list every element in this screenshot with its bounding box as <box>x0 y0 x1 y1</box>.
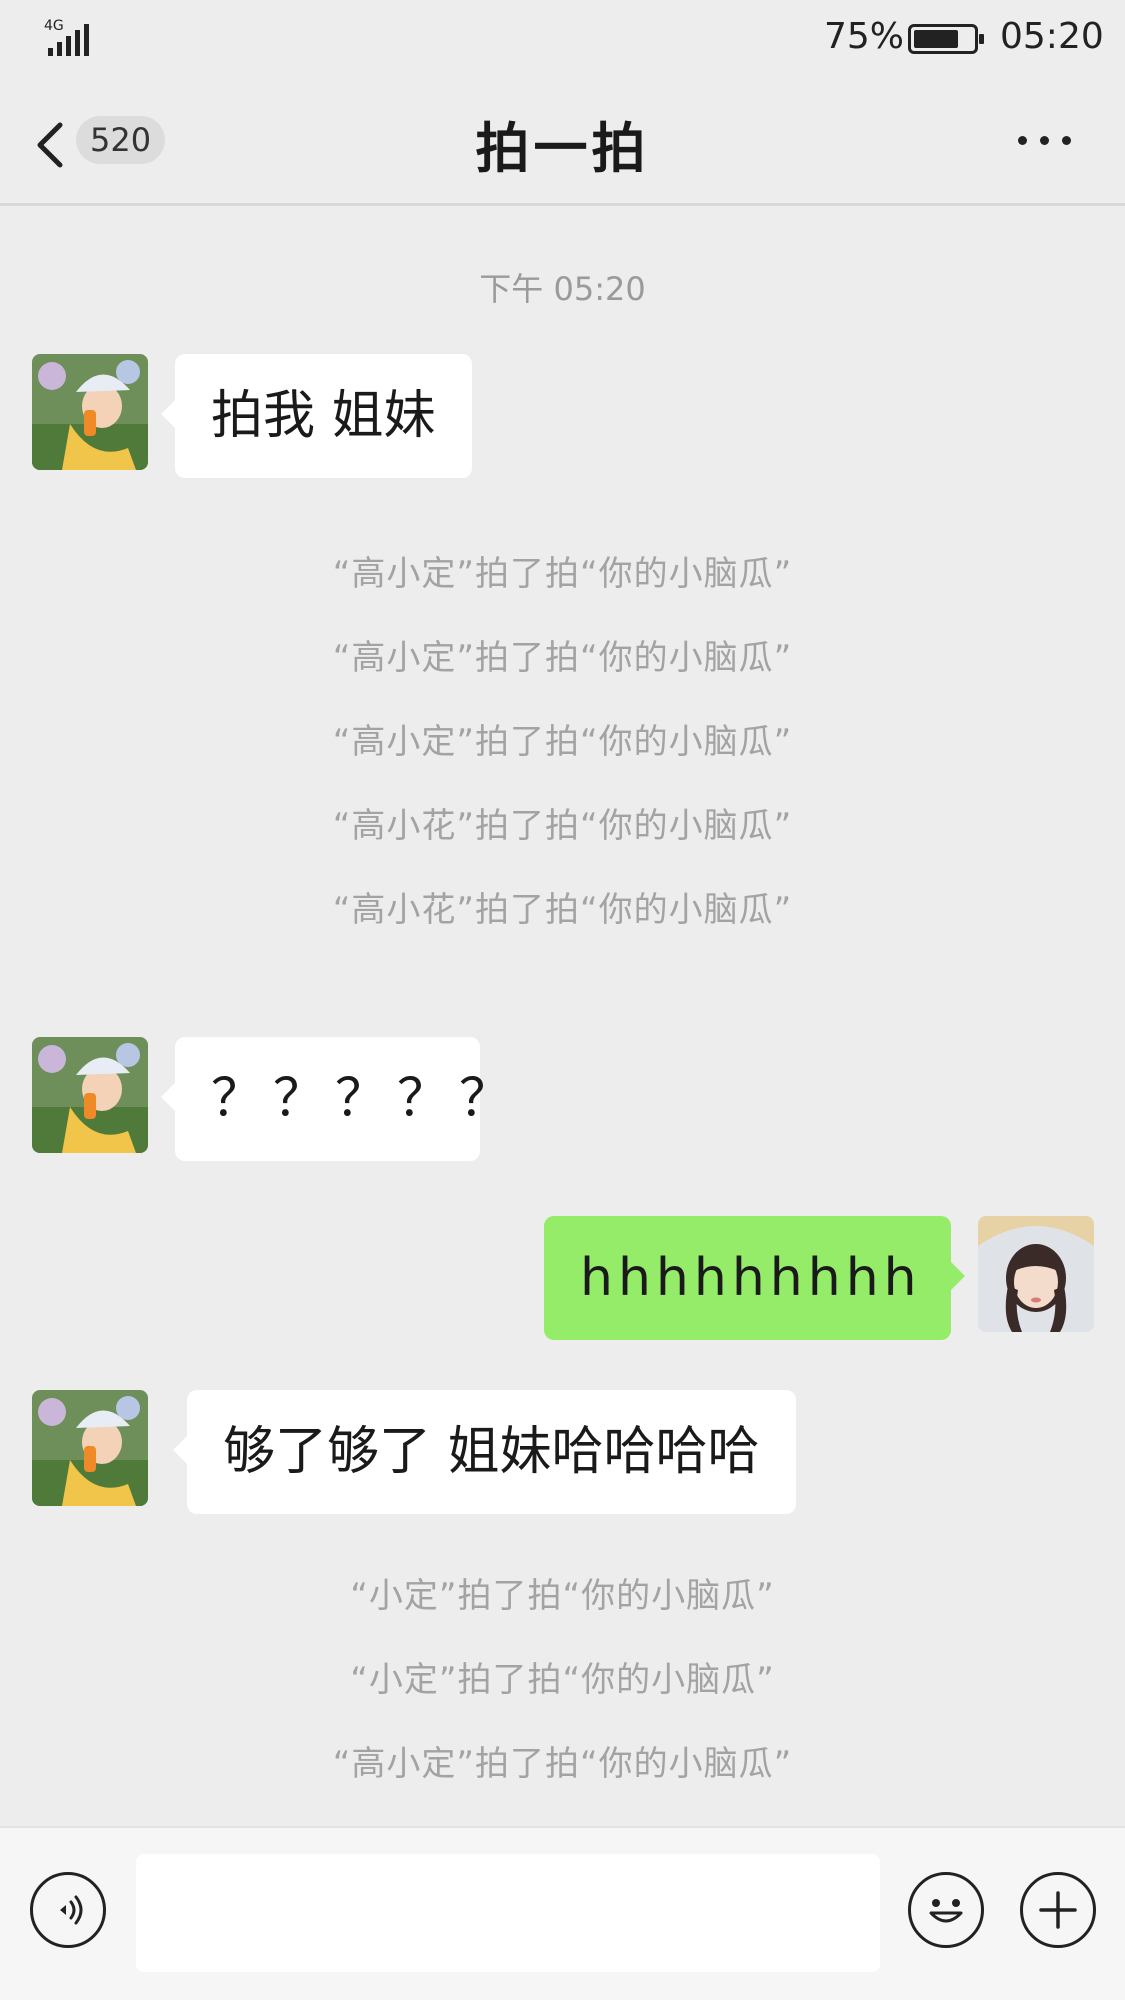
battery-percent: 75% <box>824 16 905 57</box>
emoji-button[interactable] <box>908 1872 984 1948</box>
signal-icon: 4G <box>44 18 104 58</box>
pat-notice: “高小定”拍了拍“你的小脑瓜” <box>332 1744 793 1784</box>
self-avatar[interactable] <box>978 1216 1094 1332</box>
status-clock: 05:20 <box>1000 16 1104 57</box>
plus-icon <box>1039 1891 1077 1929</box>
pat-notice: “高小花”拍了拍“你的小脑瓜” <box>332 890 793 930</box>
voice-button[interactable] <box>30 1872 106 1948</box>
pat-notice: “高小定”拍了拍“你的小脑瓜” <box>332 554 793 594</box>
pat-notice: “小定”拍了拍“你的小脑瓜” <box>350 1660 775 1700</box>
more-options-button[interactable] <box>1018 124 1074 154</box>
message-input[interactable] <box>136 1854 880 1972</box>
battery-icon <box>908 24 984 54</box>
network-type: 4G <box>44 18 64 34</box>
pat-notice: “高小定”拍了拍“你的小脑瓜” <box>332 638 793 678</box>
plus-button[interactable] <box>1020 1872 1096 1948</box>
emoji-icon <box>929 1899 963 1923</box>
contact-avatar[interactable] <box>32 354 148 470</box>
nav-bar: 520 拍一拍 <box>0 80 1125 206</box>
input-bar <box>0 1826 1125 2000</box>
voice-icon <box>60 1895 83 1925</box>
status-bar: 4G 75% 05:20 <box>0 0 1125 80</box>
message-bubble-received[interactable]: 拍我 姐妹 <box>161 354 472 478</box>
message-bubble-received[interactable]: ？？？？？ <box>161 1037 511 1161</box>
message-bubble-sent[interactable]: hhhhhhhhh <box>544 1216 965 1340</box>
message-bubble-received[interactable]: 够了够了 姐妹哈哈哈哈 <box>173 1390 796 1514</box>
pat-notice: “小定”拍了拍“你的小脑瓜” <box>350 1576 775 1616</box>
more-dots-icon <box>1018 136 1027 145</box>
pat-notice: “高小定”拍了拍“你的小脑瓜” <box>332 722 793 762</box>
contact-avatar[interactable] <box>32 1390 148 1506</box>
pat-notice: “高小花”拍了拍“你的小脑瓜” <box>332 806 793 846</box>
contact-avatar[interactable] <box>32 1037 148 1153</box>
message-timestamp: 下午 05:20 <box>479 270 646 308</box>
chat-title: 拍一拍 <box>475 117 650 180</box>
chat-screen: 4G 75% 05:20 520 拍一拍 下午 05:20 拍我 姐妹 “高小定… <box>0 0 1125 2000</box>
